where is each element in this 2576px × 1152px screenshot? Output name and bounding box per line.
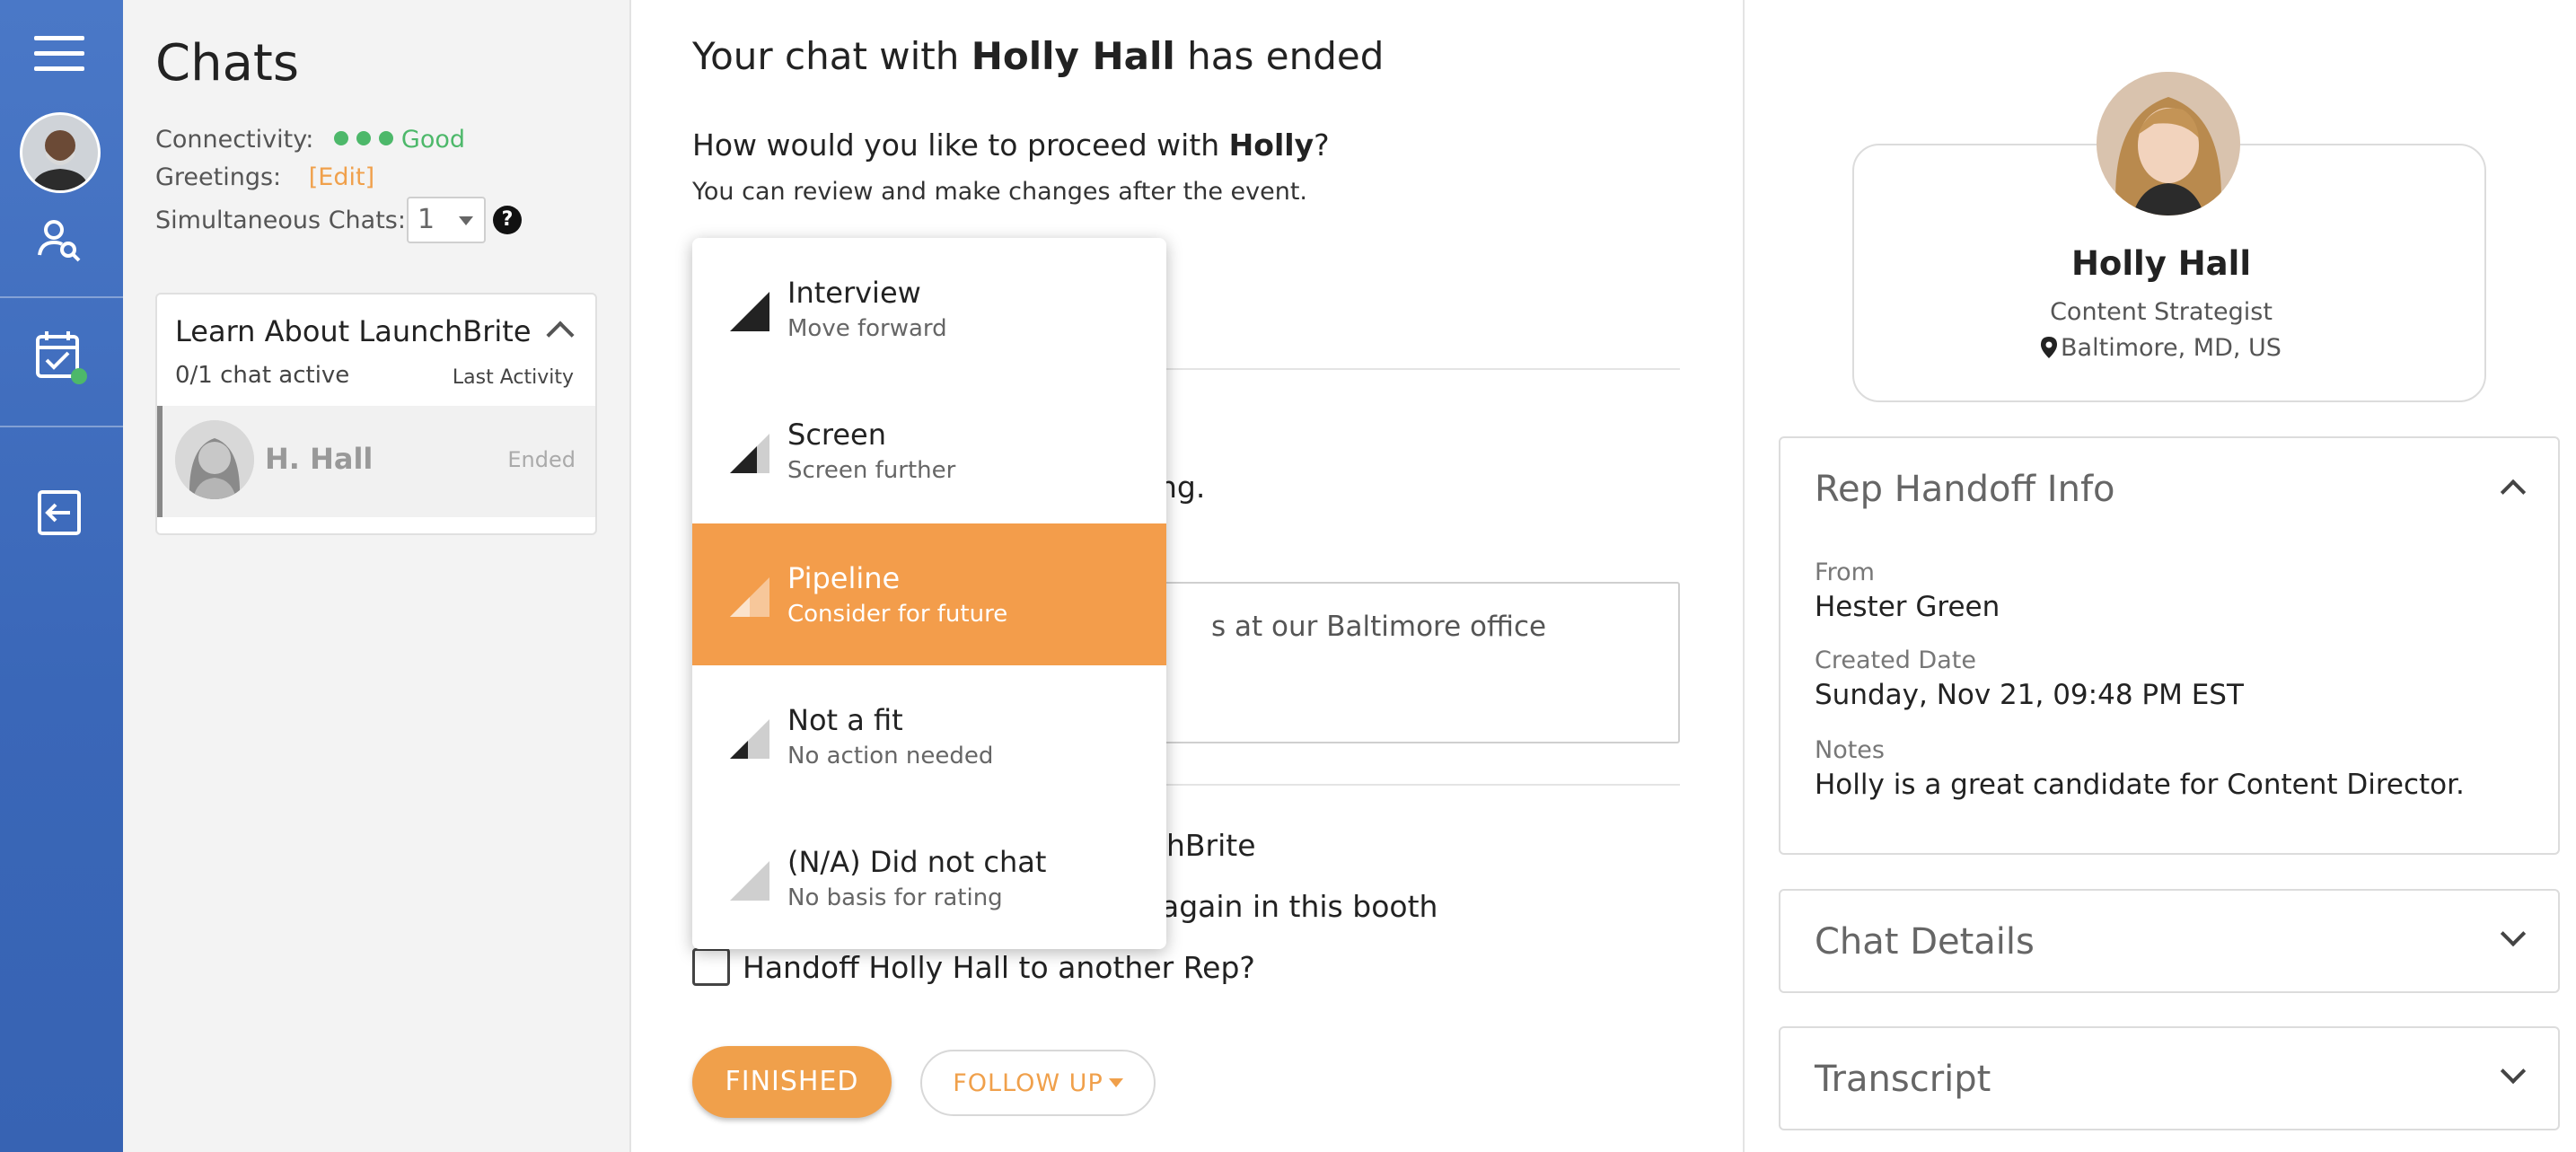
chat-details-accordion[interactable]: Chat Details [1779, 889, 2560, 993]
chat-ended-headline: Your chat with Holly Hall has ended [692, 34, 1384, 78]
signal-strength-4-icon [730, 292, 769, 331]
location-text: Baltimore, MD, US [2061, 334, 2281, 362]
logout-icon[interactable] [34, 487, 86, 539]
question-text: How would you like to proceed with [692, 128, 1229, 163]
signal-strength-0-icon [730, 861, 769, 901]
greetings-row: Greetings: [Edit] [155, 163, 374, 191]
profile-name: Holly Hall [2070, 244, 2252, 283]
proceed-subtext: You can review and make changes after th… [692, 178, 1308, 206]
chat-group-card: Learn About LaunchBrite 0/1 chat active … [155, 293, 597, 535]
chats-panel: Chats Connectivity: Good Greetings: [Edi… [123, 0, 631, 1152]
chevron-up-icon[interactable] [546, 321, 575, 349]
connectivity-status: Good [400, 126, 466, 154]
option-title: Not a fit [787, 703, 903, 737]
help-icon[interactable]: ? [493, 206, 522, 234]
rep-handoff-accordion: Rep Handoff Info From Hester Green Creat… [1779, 436, 2560, 855]
nav-rail [0, 0, 123, 1152]
option-title: Pipeline [787, 561, 901, 595]
follow-up-label: FOLLOW UP [953, 1069, 1103, 1097]
rating-option-not-a-fit[interactable]: Not a fit No action needed [692, 665, 1166, 807]
profile-title: Content Strategist [2050, 298, 2273, 326]
accordion-heading[interactable]: Transcript [1815, 1059, 1991, 1100]
option-subtitle: Consider for future [787, 601, 1008, 628]
simultaneous-value: 1 [418, 204, 435, 235]
handoff-checkbox-label: Handoff Holly Hall to another Rep? [743, 950, 1255, 985]
headline-text: Your chat with [692, 34, 971, 78]
option-title: Screen [787, 418, 887, 452]
profile-panel: Holly Hall Content Strategist Baltimore,… [1743, 0, 2576, 1152]
profile-avatar [2097, 72, 2240, 215]
transcript-accordion[interactable]: Transcript [1779, 1026, 2560, 1130]
calendar-check-icon[interactable] [34, 328, 87, 384]
greetings-edit-link[interactable]: [Edit] [309, 163, 374, 191]
signal-strength-3-icon [730, 434, 769, 473]
notes-value: Holly is a great candidate for Content D… [1815, 769, 2465, 801]
user-avatar[interactable] [20, 112, 101, 193]
chat-list-item[interactable]: H. Hall Ended [157, 406, 595, 517]
chat-contact-name: H. Hall [265, 442, 374, 476]
question-name: Holly [1228, 128, 1314, 163]
option-title: (N/A) Did not chat [787, 845, 1047, 879]
chevron-down-icon[interactable] [2500, 920, 2527, 947]
finished-button[interactable]: FINISHED [692, 1046, 892, 1118]
checkbox-label: hBrite [1166, 828, 1256, 863]
checkbox-label: again in this booth [1161, 889, 1438, 924]
chat-status: Ended [507, 447, 576, 472]
chevron-down-icon[interactable] [2500, 1058, 2527, 1085]
signal-strength-1-icon [730, 719, 769, 759]
profile-location: Baltimore, MD, US [1745, 334, 2576, 362]
rating-option-pipeline[interactable]: Pipeline Consider for future [692, 523, 1166, 665]
last-activity-sort[interactable]: Last Activity [453, 366, 574, 389]
handoff-checkbox[interactable] [692, 948, 730, 986]
simultaneous-label: Simultaneous Chats: [155, 207, 406, 234]
headline-text: has ended [1174, 34, 1385, 78]
rating-option-did-not-chat[interactable]: (N/A) Did not chat No basis for rating [692, 807, 1166, 949]
option-subtitle: No action needed [787, 743, 994, 769]
chat-group-title: Learn About LaunchBrite [175, 314, 532, 348]
simultaneous-select[interactable]: 1 [407, 197, 486, 243]
avatar [175, 420, 254, 499]
page-title: Chats [155, 34, 300, 92]
signal-strength-2-icon [730, 577, 769, 617]
option-subtitle: Move forward [787, 315, 947, 342]
proceed-question: How would you like to proceed with Holly… [692, 128, 1330, 163]
accordion-heading[interactable]: Rep Handoff Info [1815, 469, 2115, 510]
option-subtitle: No basis for rating [787, 884, 1003, 911]
caret-down-icon [1108, 1078, 1123, 1087]
from-label: From [1815, 558, 1875, 586]
created-date-value: Sunday, Nov 21, 09:48 PM EST [1815, 679, 2244, 711]
accordion-heading[interactable]: Chat Details [1815, 921, 2035, 963]
notes-label: Notes [1815, 736, 1885, 764]
rating-option-interview[interactable]: Interview Move forward [692, 238, 1166, 380]
from-value: Hester Green [1815, 591, 2000, 623]
rail-divider [0, 426, 123, 427]
connectivity-row: Connectivity: Good [155, 126, 465, 154]
location-pin-icon [2041, 337, 2058, 358]
option-title: Interview [787, 276, 921, 310]
headline-name: Holly Hall [971, 34, 1175, 78]
chat-group-active-count: 0/1 chat active [175, 362, 350, 389]
caret-down-icon [459, 216, 473, 225]
menu-icon[interactable] [34, 36, 84, 72]
option-subtitle: Screen further [787, 457, 956, 484]
user-search-icon[interactable] [34, 215, 86, 268]
connectivity-dots [333, 126, 401, 154]
notes-text: s at our Baltimore office [1211, 611, 1547, 643]
greetings-label: Greetings: [155, 163, 282, 191]
connectivity-label: Connectivity: [155, 126, 314, 154]
follow-up-button[interactable]: FOLLOW UP [920, 1050, 1156, 1116]
rail-divider [0, 296, 123, 298]
question-text: ? [1314, 128, 1330, 163]
chevron-up-icon[interactable] [2500, 479, 2527, 506]
rating-dropdown-menu: Interview Move forward Screen Screen fur… [692, 238, 1166, 949]
created-date-label: Created Date [1815, 646, 1976, 674]
rating-option-screen[interactable]: Screen Screen further [692, 380, 1166, 522]
